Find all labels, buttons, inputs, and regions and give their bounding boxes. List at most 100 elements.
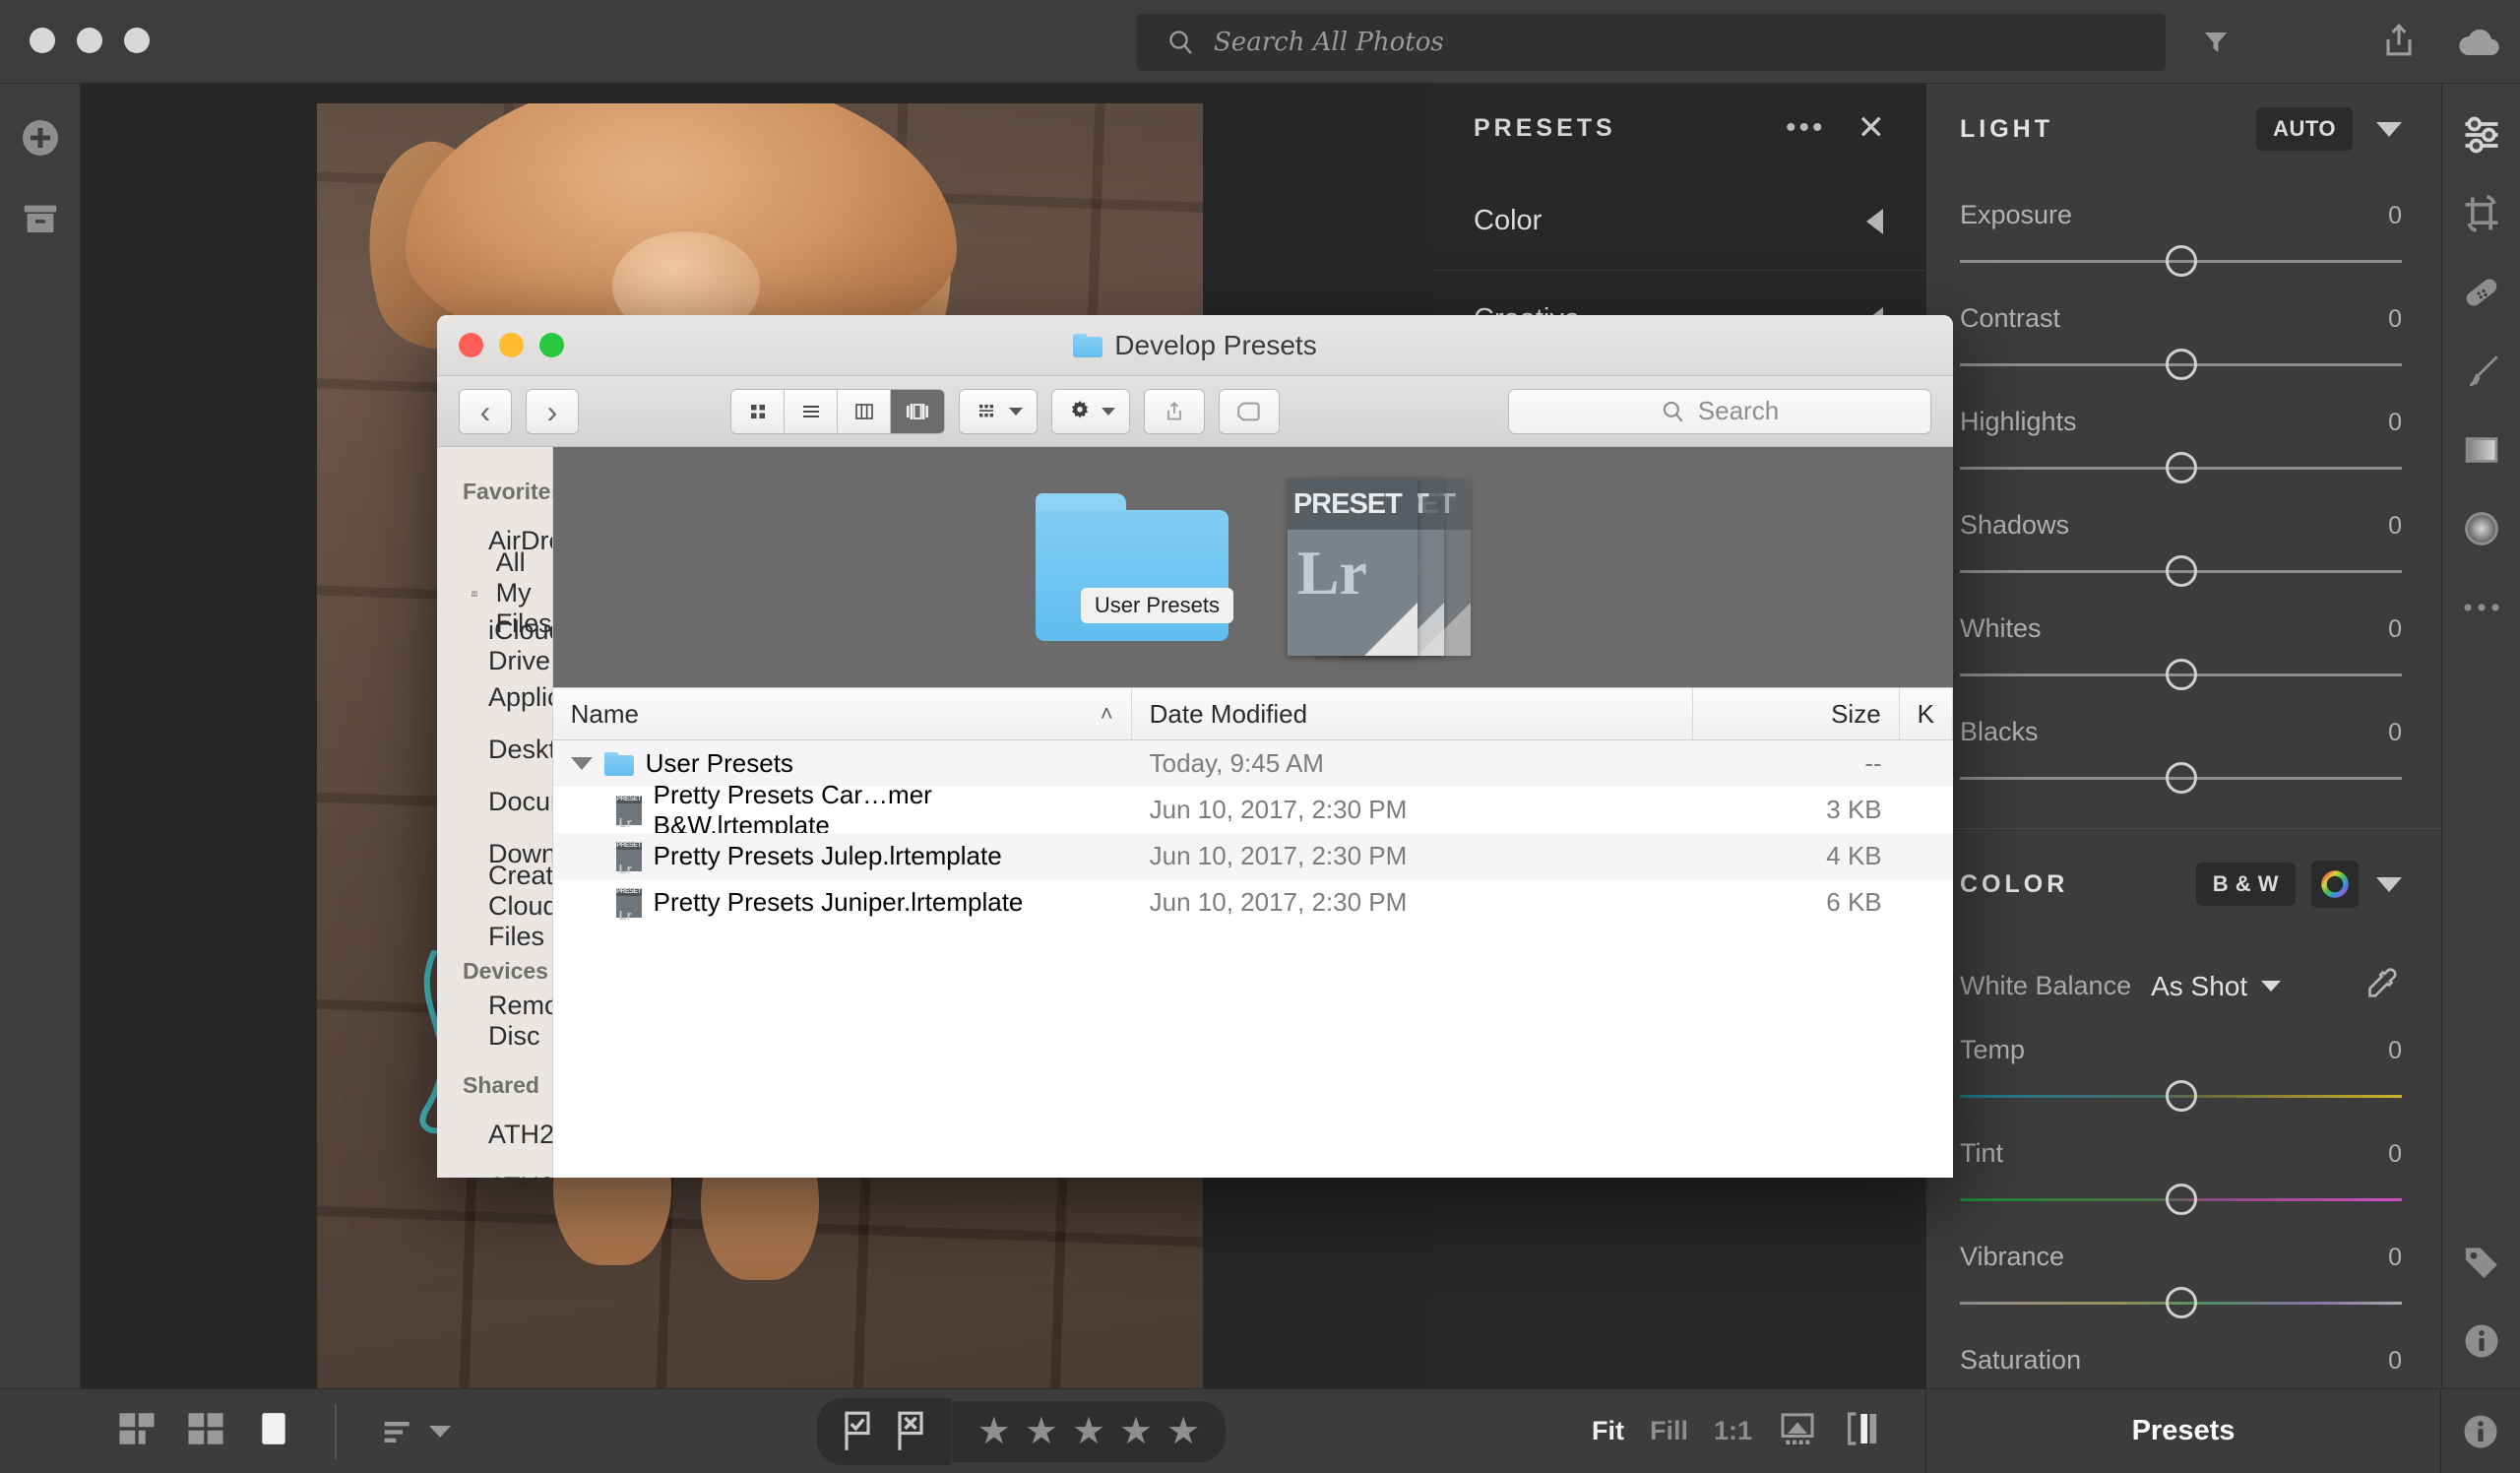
light-collapse-chevron-down-icon[interactable] [2376,121,2402,137]
slider-shadows[interactable]: Shadows 0 [1926,510,2441,588]
star-rating[interactable]: ★ ★ ★ ★ ★ [950,1400,1227,1462]
slider-blacks[interactable]: Blacks 0 [1926,717,2441,795]
finder-forward-button[interactable]: › [526,388,579,434]
disclosure-triangle-icon[interactable] [570,757,593,770]
row-name-cell[interactable]: PRESET Lr Pretty Presets Car…mer B&W.lrt… [553,780,1132,840]
filmstrip-view-button[interactable] [116,1408,158,1454]
slider-knob[interactable] [2165,1287,2197,1318]
finder-search-field[interactable]: Search [1508,388,1931,434]
before-after-button[interactable] [1843,1409,1882,1453]
table-row[interactable]: PRESET Lr Pretty Presets Julep.lrtemplat… [552,833,1953,879]
preset-group-color[interactable]: Color [1432,172,1924,271]
more-tools[interactable] [2442,568,2520,647]
column-header-kind[interactable]: K [1900,688,1953,739]
sidebar-item-applications[interactable]: Applications [437,672,552,724]
table-row[interactable]: PRESET Lr Pretty Presets Juniper.lrtempl… [553,879,1953,926]
brush-tool[interactable] [2442,332,2520,411]
flag-rejected-button[interactable] [892,1410,929,1453]
presets-toggle-button[interactable]: Presets [1925,1388,2441,1473]
healing-tool[interactable] [2442,253,2520,332]
row-name-cell[interactable]: PRESET Lr Pretty Presets Julep.lrtemplat… [553,833,1132,879]
column-header-date-modified[interactable]: Date Modified [1132,688,1693,739]
minimize-window-button[interactable] [77,28,102,53]
finder-sidebar[interactable]: Favorites AirDrop [437,447,553,1178]
finder-title-bar[interactable]: Develop Presets [437,315,1953,376]
row-name-cell[interactable]: PRESET Lr Pretty Presets Juniper.lrtempl… [553,879,1132,926]
white-balance-row[interactable]: White Balance As Shot [1926,963,2441,1009]
archive-button[interactable] [0,178,81,259]
sidebar-item-documents[interactable]: Documents [437,776,552,828]
star-4-button[interactable]: ★ [1119,1413,1153,1450]
slider-track[interactable] [1960,1079,2402,1113]
slider-track[interactable] [1960,1183,2402,1216]
info-tool[interactable] [2442,1302,2520,1380]
star-2-button[interactable]: ★ [1025,1413,1058,1450]
finder-share-button[interactable] [1144,388,1205,434]
slider-highlights[interactable]: Highlights 0 [1926,407,2441,484]
icon-view-button[interactable] [731,389,785,433]
sort-button[interactable] [378,1412,451,1451]
sidebar-item-icloud-drive[interactable]: iCloud Drive [437,615,552,675]
flag-picked-button[interactable] [839,1410,876,1453]
slider-track[interactable] [1960,348,2402,381]
slider-track[interactable] [1960,1286,2402,1319]
finder-arrange-button[interactable] [959,388,1038,434]
table-row[interactable]: PRESET Lr Pretty Presets Car…mer B&W.lrt… [553,780,1953,840]
slider-track[interactable] [1960,554,2402,588]
finder-window[interactable]: Develop Presets ‹ › Search Favorite AirD… [437,315,1953,1178]
grid-view-button[interactable] [185,1408,226,1454]
slider-knob[interactable] [2165,245,2197,277]
slider-track[interactable] [1960,658,2402,691]
crop-tool[interactable] [2442,174,2520,253]
coverflow-view-button[interactable] [891,389,944,433]
slider-exposure[interactable]: Exposure 0 [1926,200,2441,278]
histogram-button[interactable] [1778,1410,1817,1452]
slider-vibrance[interactable]: Vibrance 0 [1926,1242,2441,1319]
white-balance-value[interactable]: As Shot [2151,971,2247,1002]
close-window-button[interactable] [30,28,55,53]
slider-knob[interactable] [2165,659,2197,690]
flag-buttons[interactable] [816,1397,951,1465]
share-button[interactable] [2377,20,2423,65]
slider-knob[interactable] [2165,762,2197,794]
keywords-tool[interactable] [2442,1223,2520,1302]
column-header-name[interactable]: Name ˄ [553,688,1132,739]
slider-knob[interactable] [2165,452,2197,483]
zoom-fit-button[interactable]: Fit [1592,1416,1624,1446]
sidebar-item-ath299636[interactable]: ATH299636 [437,1161,552,1178]
slider-temp[interactable]: Temp 0 [1926,1035,2441,1113]
slider-knob[interactable] [2165,1080,2197,1112]
presets-close-button[interactable]: ✕ [1858,108,1886,148]
sidebar-item-creative-cloud-files[interactable]: Creative Cloud Files [437,861,552,951]
list-view-button[interactable] [785,389,838,433]
search-all-photos-field[interactable]: Search All Photos [1137,14,2166,71]
slider-tint[interactable]: Tint 0 [1926,1138,2441,1216]
slider-track[interactable] [1960,761,2402,795]
filter-button[interactable] [2195,22,2236,63]
sidebar-item-remote-disc[interactable]: Remote Disc [437,991,552,1051]
sidebar-item-desktop[interactable]: Desktop [437,724,552,776]
column-view-button[interactable] [838,389,891,433]
linear-gradient-tool[interactable] [2442,411,2520,489]
add-photos-button[interactable] [0,97,81,178]
slider-track[interactable] [1960,244,2402,278]
slider-track[interactable] [1960,451,2402,484]
sidebar-item-all-my-files[interactable]: All My Files [437,547,552,638]
finder-file-list[interactable]: Name ˄ Date Modified Size K User Presets… [552,687,1953,1178]
presets-more-button[interactable]: ••• [1786,111,1826,145]
finder-tag-button[interactable] [1219,388,1280,434]
light-auto-button[interactable]: AUTO [2256,107,2353,151]
edit-sliders-tool[interactable] [2442,96,2520,174]
color-collapse-chevron-down-icon[interactable] [2376,876,2402,892]
slider-knob[interactable] [2165,555,2197,587]
zoom-fill-button[interactable]: Fill [1650,1416,1688,1446]
slider-contrast[interactable]: Contrast 0 [1926,303,2441,381]
window-traffic-lights[interactable] [30,28,150,53]
zoom-one-to-one-button[interactable]: 1:1 [1714,1416,1752,1446]
zoom-window-button[interactable] [124,28,150,53]
slider-whites[interactable]: Whites 0 [1926,613,2441,691]
finder-coverflow-preview[interactable]: User Presets PRESET Lr PRESET Lr [552,447,1953,687]
star-3-button[interactable]: ★ [1072,1413,1105,1450]
finder-view-mode-group[interactable] [730,388,945,434]
file-list-header[interactable]: Name ˄ Date Modified Size K [552,687,1953,740]
